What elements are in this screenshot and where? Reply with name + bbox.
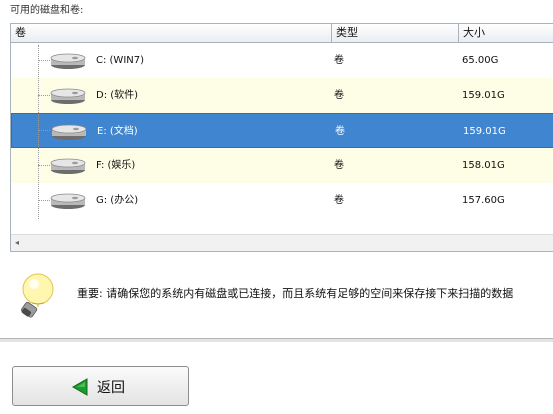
volume-size: 159.01G xyxy=(462,90,505,101)
volume-name: C: (WIN7) xyxy=(96,55,145,66)
volume-table: 卷 类型 大小 C: (WIN7) 卷 65.00G D: (软件) 卷 159… xyxy=(10,23,553,252)
volume-name: E: (文档) xyxy=(97,126,138,137)
table-row[interactable]: G: (办公) 卷 157.60G xyxy=(11,183,553,218)
column-header-volume[interactable]: 卷 xyxy=(11,24,331,42)
table-row[interactable]: D: (软件) 卷 159.01G xyxy=(11,78,553,113)
back-arrow-icon xyxy=(71,378,88,396)
disk-drive-icon xyxy=(50,53,86,69)
disk-drive-icon xyxy=(50,193,86,209)
tree-connector-branch xyxy=(38,200,50,201)
back-button[interactable]: 返回 xyxy=(12,366,189,406)
column-header-size[interactable]: 大小 xyxy=(458,24,553,42)
tree-connector-branch xyxy=(38,165,50,166)
tree-connector-branch xyxy=(38,95,50,96)
volume-name: F: (娱乐) xyxy=(96,160,136,171)
volume-type: 卷 xyxy=(334,160,344,171)
scroll-left-icon[interactable]: ◂ xyxy=(15,238,19,247)
volume-type: 卷 xyxy=(334,55,344,66)
tree-connector-branch xyxy=(38,60,50,61)
table-row[interactable]: C: (WIN7) 卷 65.00G xyxy=(11,43,553,78)
column-header-type[interactable]: 类型 xyxy=(331,24,458,42)
disk-drive-icon xyxy=(51,124,87,140)
disk-drive-icon xyxy=(50,88,86,104)
table-header: 卷 类型 大小 xyxy=(11,24,553,43)
horizontal-scrollbar[interactable]: ◂ xyxy=(11,234,553,251)
back-button-label: 返回 xyxy=(97,380,125,396)
disk-drive-icon xyxy=(50,158,86,174)
volume-size: 157.60G xyxy=(462,195,505,206)
important-notice: 重要: 请确保您的系统内有磁盘或已连接，而且系统有足够的空间来保存接下来扫描的数… xyxy=(77,287,514,300)
section-divider xyxy=(0,338,553,343)
available-disks-caption: 可用的磁盘和卷: xyxy=(10,5,84,16)
table-row[interactable]: F: (娱乐) 卷 158.01G xyxy=(11,148,553,183)
lightbulb-icon xyxy=(21,273,54,318)
volume-type: 卷 xyxy=(334,195,344,206)
table-row-selected[interactable]: E: (文档) 卷 159.01G xyxy=(11,113,553,148)
volume-size: 158.01G xyxy=(462,160,505,171)
volume-name: D: (软件) xyxy=(96,90,139,101)
volume-size: 159.01G xyxy=(463,126,506,137)
volume-type: 卷 xyxy=(334,90,344,101)
tree-connector-line xyxy=(38,45,39,219)
tree-connector-branch xyxy=(38,130,50,131)
volume-size: 65.00G xyxy=(462,55,499,66)
volume-type: 卷 xyxy=(335,126,345,137)
volume-name: G: (办公) xyxy=(96,195,139,206)
